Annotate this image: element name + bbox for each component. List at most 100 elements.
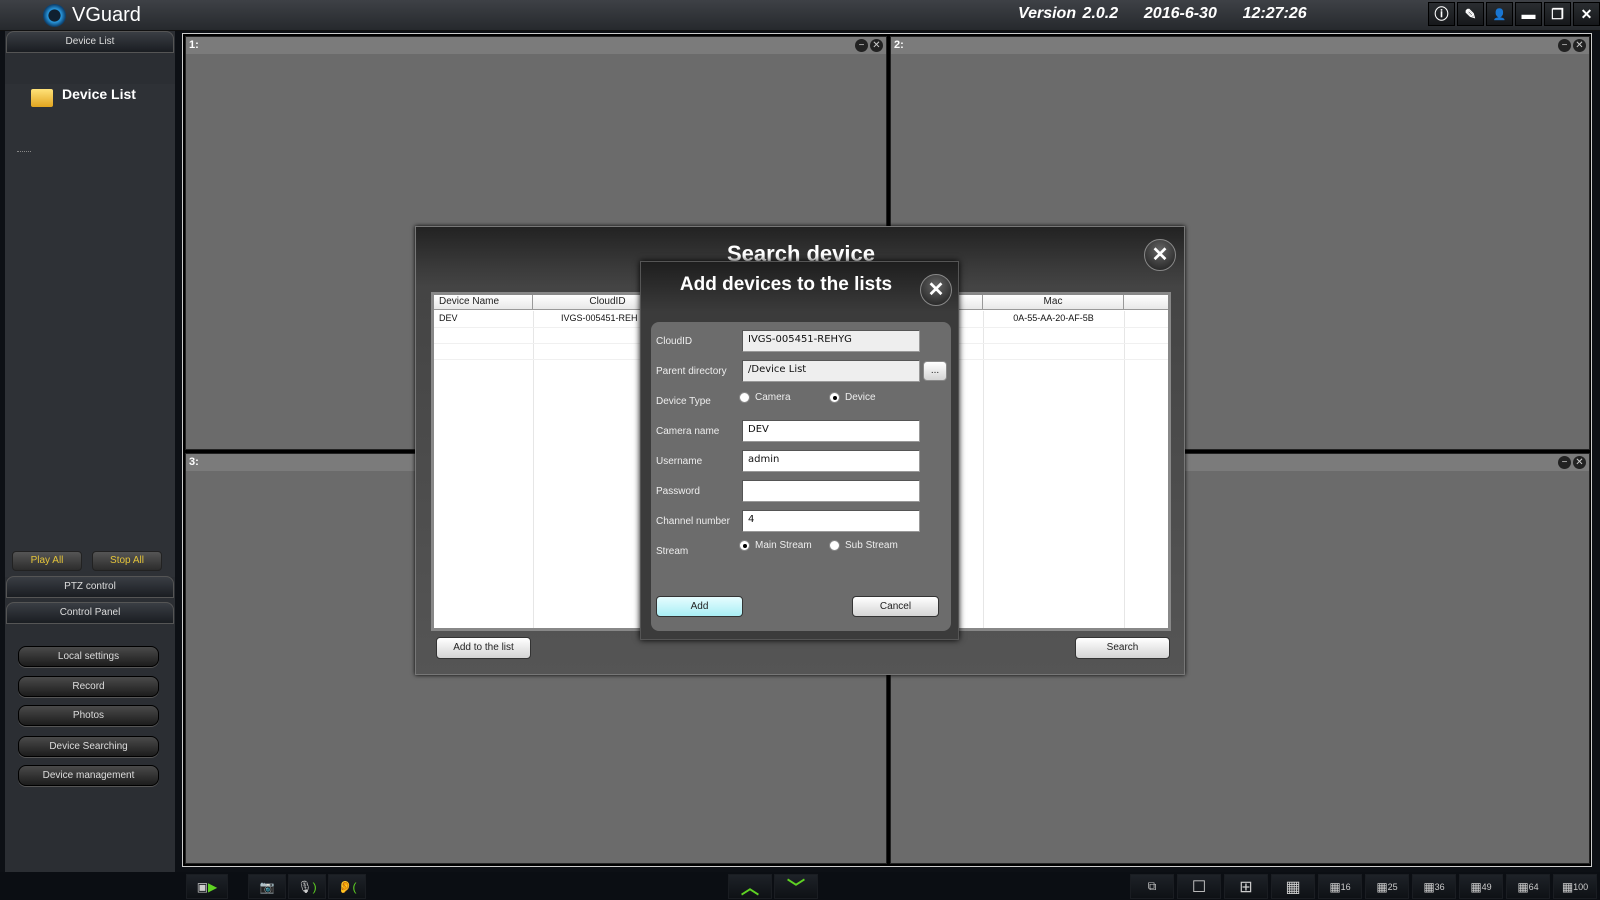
cell-device-name[interactable]: DEV <box>439 313 458 323</box>
pane-label: 1: <box>186 37 886 54</box>
layout-9-button[interactable]: ▦ <box>1271 874 1315 899</box>
close-icon: ✕ <box>1580 5 1593 22</box>
parent-directory-input[interactable]: /Device List <box>742 360 920 382</box>
edit-button[interactable]: ✎ <box>1457 2 1484 26</box>
layout-1-button[interactable]: ☐ <box>1177 874 1221 899</box>
cancel-button[interactable]: Cancel <box>852 596 939 617</box>
column-header-device-name[interactable]: Device Name <box>434 295 533 310</box>
tab-control-panel[interactable]: Control Panel <box>6 602 174 624</box>
grid-25-icon: ▦ <box>1376 879 1388 894</box>
layout-64-button[interactable]: ▦ 64 <box>1506 874 1550 899</box>
close-icon: ✕ <box>927 279 945 301</box>
listen-button[interactable]: 👂( <box>328 874 366 899</box>
grid-16-icon: ▦ <box>1329 879 1341 894</box>
page-down-button[interactable]: ﹀ <box>774 874 818 899</box>
folder-icon <box>31 89 53 107</box>
username-input[interactable]: admin <box>742 450 920 472</box>
device-searching-button[interactable]: Device Searching <box>18 736 159 757</box>
play-all-button[interactable]: Play All <box>12 551 82 571</box>
channel-number-input[interactable]: 4 <box>742 510 920 532</box>
play-screen-button[interactable]: ▣▶ <box>186 874 228 899</box>
layout-100-button[interactable]: ▦ 100 <box>1553 874 1597 899</box>
device-management-button[interactable]: Device management <box>18 765 159 786</box>
stop-all-button[interactable]: Stop All <box>92 551 162 571</box>
microphone-icon: 🎙) <box>297 879 317 894</box>
minimize-icon: ▬ <box>1521 6 1536 22</box>
add-device-form: CloudID IVGS-005451-REHYG Parent directo… <box>651 322 951 631</box>
radio-label: Main Stream <box>755 540 812 551</box>
label-channel-number: Channel number <box>656 516 730 527</box>
radio-label: Sub Stream <box>845 540 898 551</box>
radio-button <box>829 540 840 551</box>
grid-36-icon: ▦ <box>1423 879 1435 894</box>
grid-100-icon: ▦ <box>1561 879 1574 894</box>
layout-fullscreen-button[interactable]: ⧉ <box>1130 874 1174 899</box>
photos-button[interactable]: Photos <box>18 705 159 726</box>
label-password: Password <box>656 486 700 497</box>
user-settings-button[interactable]: 👤 <box>1486 2 1513 26</box>
radio-device[interactable]: Device <box>829 392 876 403</box>
tab-ptz-control[interactable]: PTZ control <box>6 576 174 598</box>
pane-minimize-icon[interactable]: − <box>1558 456 1571 469</box>
edit-icon: ✎ <box>1464 5 1477 22</box>
chevron-up-icon: ︿ <box>741 877 759 898</box>
layout-count: 25 <box>1387 881 1398 892</box>
pane-minimize-icon[interactable]: − <box>855 39 868 52</box>
cell-mac[interactable]: 0A-55-AA-20-AF-5B <box>983 313 1124 323</box>
restore-icon: ❐ <box>1551 5 1564 22</box>
layout-count: 64 <box>1528 881 1539 892</box>
column-header-mac[interactable]: Mac <box>983 295 1124 310</box>
close-button[interactable]: ✕ <box>1573 2 1600 26</box>
minimize-button[interactable]: ▬ <box>1515 2 1542 26</box>
tree-line <box>17 151 31 152</box>
layout-16-button[interactable]: ▦ 16 <box>1318 874 1362 899</box>
search-dialog-close-button[interactable]: ✕ <box>1144 239 1176 271</box>
grid-49-icon: ▦ <box>1470 879 1482 894</box>
radio-sub-stream[interactable]: Sub Stream <box>829 540 898 551</box>
radio-label: Camera <box>755 392 791 403</box>
label-device-type: Device Type <box>656 396 711 407</box>
record-button[interactable]: Record <box>18 676 159 697</box>
layout-4-button[interactable]: ⊞ <box>1224 874 1268 899</box>
app-logo-icon <box>43 4 66 27</box>
radio-camera[interactable]: Camera <box>739 392 791 403</box>
page-up-button[interactable]: ︿ <box>728 874 772 899</box>
tab-device-list[interactable]: Device List <box>6 31 174 53</box>
layout-count: 49 <box>1481 881 1492 892</box>
layout-36-button[interactable]: ▦ 36 <box>1412 874 1456 899</box>
layout-25-button[interactable]: ▦ 25 <box>1365 874 1409 899</box>
info-icon: ⓘ <box>1434 6 1449 22</box>
cloudid-input[interactable]: IVGS-005451-REHYG <box>742 330 920 352</box>
label-camera-name: Camera name <box>656 426 720 437</box>
sidebar: Device List Device List Play All Stop Al… <box>5 31 175 875</box>
password-input[interactable] <box>742 480 920 502</box>
add-button[interactable]: Add <box>656 596 743 617</box>
search-button[interactable]: Search <box>1075 637 1170 659</box>
pane-close-icon[interactable]: ✕ <box>1573 456 1586 469</box>
local-settings-button[interactable]: Local settings <box>18 646 159 667</box>
radio-button <box>739 540 750 551</box>
add-dialog-close-button[interactable]: ✕ <box>920 274 952 306</box>
pane-close-icon[interactable]: ✕ <box>870 39 883 52</box>
browse-button[interactable]: ... <box>923 361 947 381</box>
radio-button <box>829 392 840 403</box>
radio-main-stream[interactable]: Main Stream <box>739 540 812 551</box>
pane-minimize-icon[interactable]: − <box>1558 39 1571 52</box>
grid-4-icon: ⊞ <box>1239 878 1253 896</box>
microphone-button[interactable]: 🎙) <box>288 874 326 899</box>
user-settings-icon: 👤 <box>1492 8 1507 21</box>
info-button[interactable]: ⓘ <box>1428 2 1455 26</box>
app-title: VGuard <box>72 4 141 26</box>
title-bar <box>0 0 1600 31</box>
layout-count: 100 <box>1573 881 1589 892</box>
pane-close-icon[interactable]: ✕ <box>1573 39 1586 52</box>
snapshot-button[interactable]: 📷 <box>248 874 286 899</box>
layout-49-button[interactable]: ▦ 49 <box>1459 874 1503 899</box>
camera-name-input[interactable]: DEV <box>742 420 920 442</box>
speaker-icon: 👂( <box>337 879 357 894</box>
label-cloudid: CloudID <box>656 336 693 347</box>
restore-button[interactable]: ❐ <box>1544 2 1571 26</box>
cell-cloudid[interactable]: IVGS-005451-REH <box>561 313 638 323</box>
add-to-list-button[interactable]: Add to the list <box>436 637 531 659</box>
tree-item-device-list[interactable]: Device List <box>62 86 136 102</box>
